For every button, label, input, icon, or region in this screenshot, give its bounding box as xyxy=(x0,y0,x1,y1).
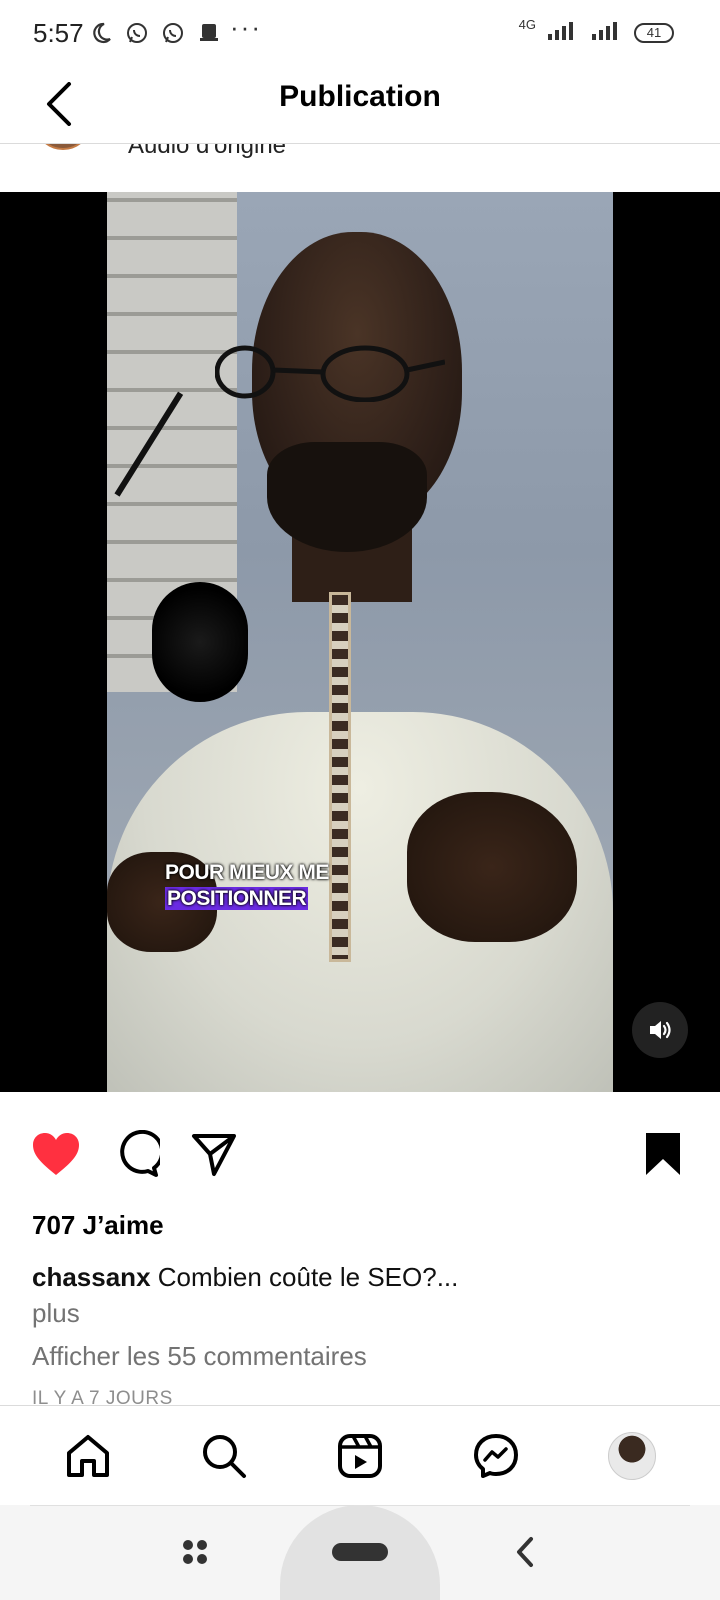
nav-search[interactable] xyxy=(196,1428,252,1484)
messenger-icon xyxy=(474,1434,518,1478)
caption-line-1: POUR MIEUX ME xyxy=(165,861,329,884)
caption-username[interactable]: chassanx xyxy=(32,1262,151,1292)
send-icon xyxy=(192,1134,236,1176)
video-frame: POUR MIEUX ME POSITIONNER xyxy=(107,192,613,1092)
reels-icon xyxy=(338,1434,382,1478)
whatsapp-icon xyxy=(160,20,186,46)
caption-text: Combien coûte le SEO?... xyxy=(157,1262,459,1292)
battery-icon: 41 xyxy=(634,22,674,43)
nav-reels[interactable] xyxy=(332,1428,388,1484)
audio-label[interactable]: Audio d'origine xyxy=(128,144,286,160)
status-system-icons: 4G 41 xyxy=(518,17,674,45)
more-link[interactable]: plus xyxy=(32,1298,80,1329)
nav-profile[interactable] xyxy=(604,1428,660,1484)
post-actions xyxy=(0,1124,720,1184)
caption-line-2: POSITIONNER xyxy=(165,887,309,910)
home-icon xyxy=(67,1435,109,1477)
like-count[interactable]: 707 J’aime xyxy=(32,1210,164,1241)
mute-toggle-button[interactable] xyxy=(632,1002,688,1058)
recents-button[interactable] xyxy=(170,1527,220,1577)
comment-button[interactable] xyxy=(110,1128,162,1180)
status-time: 5:57 xyxy=(33,18,84,48)
like-button[interactable] xyxy=(30,1128,82,1180)
home-pill-button[interactable] xyxy=(320,1535,400,1569)
home-pill xyxy=(332,1543,388,1561)
system-nav-bar xyxy=(0,1505,720,1600)
top-header: Publication xyxy=(0,68,720,144)
recents-icon xyxy=(183,1540,207,1564)
signal-icon xyxy=(546,20,580,45)
notification-icon xyxy=(196,20,222,46)
post-author-row: Audio d'origine xyxy=(0,144,720,192)
speaker-on-icon xyxy=(650,1021,671,1039)
bookmark-filled-icon xyxy=(646,1133,680,1175)
profile-avatar xyxy=(608,1432,656,1480)
video-player[interactable]: POUR MIEUX ME POSITIONNER xyxy=(0,192,720,1092)
comment-icon xyxy=(120,1130,160,1177)
page-title: Publication xyxy=(279,80,441,113)
status-overflow: ··· xyxy=(230,12,262,42)
status-notification-icons xyxy=(88,20,222,46)
status-bar: 5:57 ··· 4G 41 xyxy=(0,0,720,68)
back-icon xyxy=(517,1537,533,1567)
whatsapp-icon xyxy=(124,20,150,46)
moon-icon xyxy=(88,20,114,46)
author-avatar[interactable] xyxy=(34,144,92,150)
network-type: 4G xyxy=(518,17,536,32)
nav-home[interactable] xyxy=(60,1428,116,1484)
nav-messenger[interactable] xyxy=(468,1428,524,1484)
signal-icon xyxy=(590,20,624,45)
post-timestamp: IL Y A 7 JOURS xyxy=(32,1388,173,1406)
search-icon xyxy=(203,1435,246,1478)
post-caption: chassanx Combien coûte le SEO?... xyxy=(32,1262,458,1293)
bottom-nav xyxy=(0,1405,720,1505)
heart-filled-icon xyxy=(33,1133,79,1175)
video-caption: POUR MIEUX ME POSITIONNER xyxy=(165,860,329,912)
save-button[interactable] xyxy=(637,1128,689,1180)
system-back-button[interactable] xyxy=(500,1527,550,1577)
view-comments-link[interactable]: Afficher les 55 commentaires xyxy=(32,1341,367,1372)
share-button[interactable] xyxy=(188,1128,240,1180)
